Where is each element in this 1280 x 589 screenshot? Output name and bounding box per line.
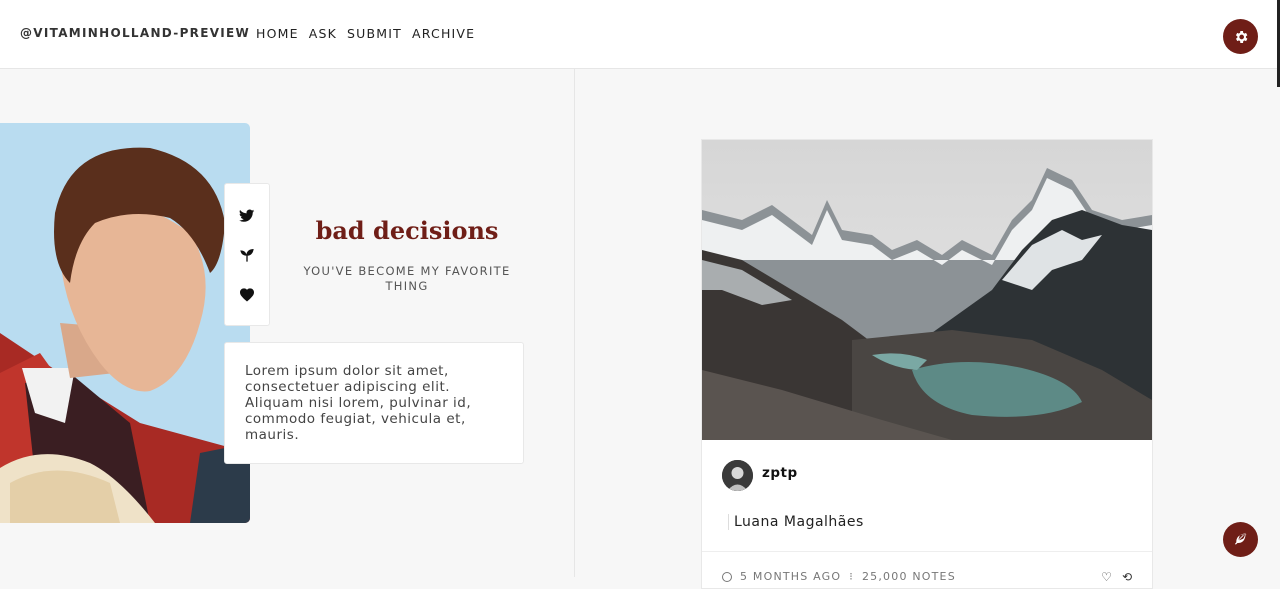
reblog-icon[interactable]: ⟲	[1122, 570, 1132, 584]
feather-button[interactable]	[1223, 522, 1258, 557]
blog-title: bad decisions	[315, 216, 499, 245]
description-card: Lorem ipsum dolor sit amet, consectetuer…	[224, 342, 524, 464]
twitter-icon[interactable]	[238, 207, 256, 225]
like-icon[interactable]: ♡	[1101, 570, 1112, 584]
post-footer-divider	[702, 551, 1152, 552]
post-username[interactable]: zptp	[762, 465, 798, 481]
nav-archive[interactable]: ARCHIVE	[412, 26, 475, 41]
post-actions: ♡ ⟲	[1101, 570, 1132, 584]
column-divider	[574, 69, 575, 577]
site-name[interactable]: @VITAMINHOLLAND-PREVIEW	[20, 26, 250, 40]
sprout-icon[interactable]	[238, 246, 256, 264]
portrait-image	[0, 123, 250, 523]
avatar[interactable]	[722, 460, 753, 491]
post-card: zptp Luana Magalhães 5 MONTHS AGO ⁝ 25,0…	[701, 139, 1153, 589]
main-nav: HOME ASK SUBMIT ARCHIVE	[256, 26, 475, 41]
nav-submit[interactable]: SUBMIT	[347, 26, 402, 41]
top-bar: @VITAMINHOLLAND-PREVIEW HOME ASK SUBMIT …	[0, 0, 1280, 69]
settings-button[interactable]	[1223, 19, 1258, 54]
blog-subtitle: YOU'VE BECOME MY FAVORITE THING	[303, 264, 511, 293]
nav-home[interactable]: HOME	[256, 26, 299, 41]
post-caption: Luana Magalhães	[728, 514, 864, 530]
nav-ask[interactable]: ASK	[309, 26, 337, 41]
blog-description: Lorem ipsum dolor sit amet, consectetuer…	[245, 363, 472, 443]
feather-icon	[1234, 532, 1246, 545]
post-photo[interactable]	[702, 140, 1152, 440]
social-links-card	[224, 183, 270, 326]
gear-icon	[1235, 30, 1247, 43]
heart-icon[interactable]	[238, 285, 256, 303]
